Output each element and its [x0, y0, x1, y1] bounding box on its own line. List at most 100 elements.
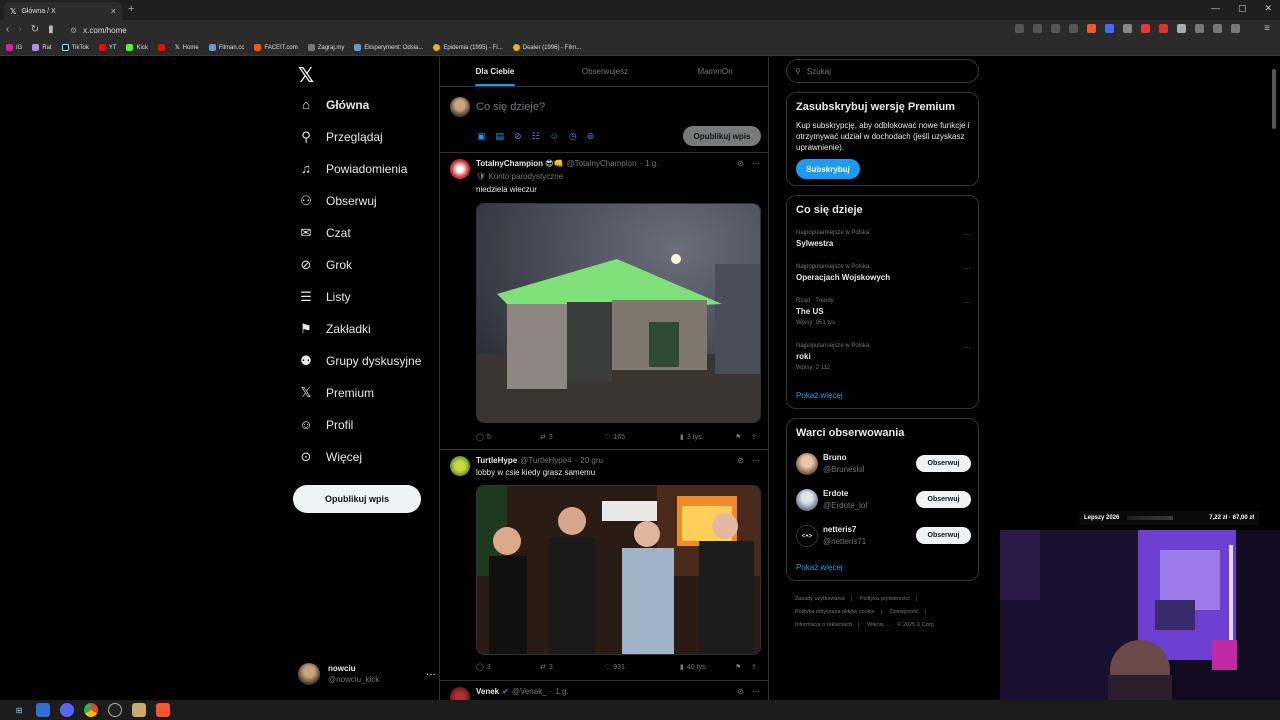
- nav-chat[interactable]: ✉ Czat: [298, 225, 351, 241]
- bookmark-item[interactable]: TikTok: [61, 44, 89, 51]
- bookmark-item[interactable]: Filman.cc: [208, 44, 244, 51]
- bookmark-item[interactable]: 𝕏 Home: [175, 44, 199, 52]
- trends-show-more-link[interactable]: Pokaż więcej: [796, 391, 843, 400]
- grok-icon[interactable]: ⊘: [737, 159, 744, 168]
- like-button[interactable]: ♡ 931: [604, 663, 680, 672]
- follow-suggestion[interactable]: Erdote @Erdote_lol Obserwuj: [796, 487, 971, 513]
- scrollbar-thumb[interactable]: [1272, 69, 1276, 129]
- new-tab-icon[interactable]: +: [128, 3, 134, 15]
- bookmark-item[interactable]: IG: [6, 44, 22, 51]
- bookmark-item[interactable]: Dealer (1996) - Film...: [512, 44, 581, 51]
- url-field[interactable]: ⚙ x.com/home: [70, 23, 1080, 37]
- tab-close-icon[interactable]: ×: [111, 6, 116, 16]
- tab-mammon[interactable]: MammOn: [660, 57, 768, 86]
- poll-icon[interactable]: ☷: [532, 131, 540, 142]
- footer-link[interactable]: Polityka prywatności: [860, 596, 910, 602]
- follow-button[interactable]: Obserwuj: [916, 455, 971, 472]
- tab-for-you[interactable]: Dla Ciebie: [440, 57, 550, 86]
- tweet-media[interactable]: [476, 485, 761, 655]
- tweet-media[interactable]: [476, 203, 761, 423]
- suggestion-name[interactable]: Bruno: [823, 453, 847, 462]
- brave-browser-icon[interactable]: [156, 703, 170, 717]
- brave-shield-icon[interactable]: [1087, 24, 1096, 33]
- image-icon[interactable]: ▣: [477, 131, 486, 142]
- location-icon[interactable]: ⊚: [587, 131, 595, 142]
- bookmark-item[interactable]: [157, 44, 165, 51]
- reply-button[interactable]: ◯ 5: [476, 433, 540, 442]
- browser-tab[interactable]: 𝕏 Główna / X ×: [4, 2, 122, 20]
- post-button[interactable]: Opublikuj wpis: [293, 485, 421, 513]
- trend-item[interactable]: Najpopularniejsze w Polska roki Wpisy: 2…: [796, 343, 971, 371]
- windows-start-icon[interactable]: ⊞: [12, 703, 26, 717]
- schedule-icon[interactable]: ◷: [569, 131, 577, 142]
- tweet[interactable]: Venek ✔ @Venek_ · 1 g. ⊘ ···: [440, 681, 768, 700]
- nav-more[interactable]: ⊙ Więcej: [298, 449, 362, 465]
- views-button[interactable]: ▮ 3 tys.: [680, 433, 735, 442]
- tweet-author-handle[interactable]: @Venek_: [512, 687, 547, 696]
- tweet-author-handle[interactable]: @TotalnyChampion: [566, 159, 636, 168]
- tweet-time[interactable]: 1 g.: [645, 159, 658, 168]
- extensions-puzzle-icon[interactable]: [1195, 24, 1204, 33]
- more-dots-icon[interactable]: ···: [963, 264, 971, 273]
- like-button[interactable]: ♡ 165: [604, 433, 680, 442]
- footer-link[interactable]: Więcej ...: [867, 622, 890, 628]
- file-explorer-icon[interactable]: [36, 703, 50, 717]
- gif-icon[interactable]: ▤: [496, 131, 505, 142]
- nav-grok[interactable]: ⊘ Grok: [298, 257, 352, 273]
- forward-icon[interactable]: ›: [18, 24, 21, 35]
- extension-icon[interactable]: [1141, 24, 1150, 33]
- obs-icon[interactable]: [108, 703, 122, 717]
- edit-icon[interactable]: [1231, 24, 1240, 33]
- share-icon[interactable]: [1051, 24, 1060, 33]
- more-dots-icon[interactable]: ···: [963, 230, 971, 239]
- close-window-icon[interactable]: ✕: [1264, 3, 1272, 14]
- avatar[interactable]: [796, 453, 818, 475]
- chrome-icon[interactable]: [84, 703, 98, 717]
- maximize-icon[interactable]: ▢: [1238, 3, 1247, 14]
- nav-profile[interactable]: ☺ Profil: [298, 417, 353, 432]
- more-dots-icon[interactable]: ···: [963, 343, 971, 352]
- follow-suggestion[interactable]: Bruno @Bruneslol Obserwuj: [796, 451, 971, 477]
- footer-link[interactable]: Dostępność: [890, 609, 919, 615]
- subscribe-button[interactable]: Subskrybuj: [796, 159, 860, 179]
- search-input[interactable]: ⚲ Szukaj: [786, 59, 979, 83]
- footer-link[interactable]: Polityka dotycząca plików cookie: [795, 609, 875, 615]
- trend-item[interactable]: Rząd · Trendy The US Wpisy: 951 tys. ···: [796, 298, 971, 326]
- account-switcher[interactable]: nowciu @nowciu_kick ···: [298, 660, 436, 688]
- suggestion-name[interactable]: netteris7: [823, 525, 856, 534]
- tweet[interactable]: TotalnyChampion 😎👊 @TotalnyChampion · 1 …: [440, 153, 768, 450]
- nav-notifications[interactable]: ♫ Powiadomienia: [298, 161, 407, 176]
- minimize-icon[interactable]: —: [1211, 3, 1220, 14]
- share-button[interactable]: ⇪: [751, 433, 757, 441]
- who-to-follow-show-more-link[interactable]: Pokaż więcej: [796, 563, 843, 572]
- reload-icon[interactable]: ↻: [31, 24, 39, 35]
- tab-search-icon[interactable]: [1069, 24, 1078, 33]
- nav-follow[interactable]: ⚇ Obserwuj: [298, 193, 377, 209]
- more-dots-icon[interactable]: ···: [752, 159, 760, 168]
- extension-icon[interactable]: [1105, 24, 1114, 33]
- bookmark-item[interactable]: Kick: [126, 44, 148, 51]
- tweet-author-name[interactable]: TurtleHype: [476, 456, 517, 465]
- follow-button[interactable]: Obserwuj: [916, 527, 971, 544]
- nav-communities[interactable]: ⚉ Grupy dyskusyjne: [298, 353, 421, 369]
- avatar[interactable]: [796, 489, 818, 511]
- site-info-icon[interactable]: ⚙: [70, 26, 77, 35]
- bookmark-item[interactable]: Eksperyment: Odsia...: [354, 44, 423, 51]
- grok-icon[interactable]: ⊘: [514, 131, 522, 142]
- grok-icon[interactable]: ⊘: [737, 456, 744, 465]
- bookmark-item[interactable]: Epidemia (1995) - Fi...: [433, 44, 503, 51]
- extension-icon[interactable]: [1177, 24, 1186, 33]
- more-dots-icon[interactable]: ···: [963, 298, 971, 307]
- emoji-icon[interactable]: ☺: [550, 131, 559, 142]
- tweet-author-name[interactable]: TotalnyChampion 😎👊: [476, 159, 563, 168]
- footer-link[interactable]: Zasady użytkowania: [795, 596, 845, 602]
- follow-suggestion[interactable]: <•> netteris7 @netteris71 Obserwuj: [796, 523, 971, 549]
- back-icon[interactable]: ‹: [6, 24, 9, 35]
- nav-home[interactable]: ⌂ Główna: [298, 97, 369, 112]
- bookmark-button[interactable]: ⚑: [735, 663, 751, 671]
- tweet-time[interactable]: 20 gru: [580, 456, 603, 465]
- composer-input[interactable]: Co się dzieje?: [476, 101, 545, 113]
- avatar[interactable]: <•>: [796, 525, 818, 547]
- trend-item[interactable]: Najpopularniejsze w Polska Operacjach Wo…: [796, 264, 971, 282]
- bookmark-page-icon[interactable]: ▮: [48, 24, 54, 35]
